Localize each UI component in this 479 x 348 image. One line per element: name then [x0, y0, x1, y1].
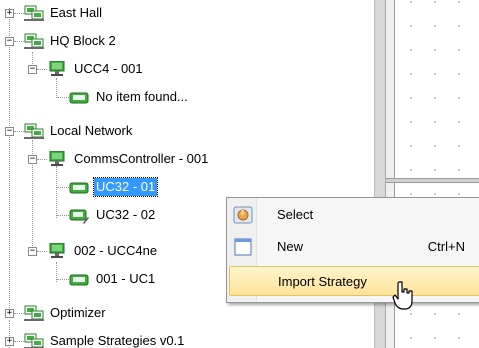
tree-item-label: UC32 - 02	[96, 207, 156, 222]
building-network-icon	[24, 5, 44, 21]
expand-icon[interactable]: +	[5, 9, 14, 18]
new-document-icon	[234, 238, 252, 256]
device-edit-icon	[69, 209, 89, 224]
tree-item-label: No item found...	[96, 89, 188, 104]
tree-item-label-selected: UC32 - 01	[92, 177, 159, 197]
menu-item-label: Import Strategy	[278, 274, 367, 289]
device-icon	[69, 92, 89, 104]
context-menu: Select New Ctrl+N Import Strategy	[226, 197, 479, 303]
tree-item-label: 001 - UC1	[96, 271, 156, 286]
controller-monitor-icon	[49, 243, 65, 258]
building-network-icon	[24, 123, 44, 139]
building-network-icon	[24, 333, 44, 348]
tree-connector	[56, 78, 57, 98]
expand-icon[interactable]: +	[5, 337, 14, 346]
menu-item-label: Select	[277, 207, 314, 222]
tree-item-label: CommsController - 001	[74, 151, 209, 166]
controller-monitor-icon	[49, 61, 65, 76]
menu-item-label: New	[277, 239, 304, 254]
device-icon	[69, 182, 89, 194]
collapse-icon[interactable]: −	[28, 247, 37, 256]
tree-item-label: Optimizer	[50, 305, 106, 320]
expand-icon[interactable]: +	[5, 309, 14, 318]
tree-item-label: East Hall	[50, 5, 103, 20]
tree-item-label: 002 - UCC4ne	[74, 243, 158, 258]
collapse-icon[interactable]: −	[28, 65, 37, 74]
hand-cursor-icon	[392, 281, 413, 310]
menu-item-import-strategy[interactable]: Import Strategy	[229, 266, 479, 296]
building-network-icon	[24, 33, 44, 49]
select-hand-icon	[233, 206, 253, 224]
menu-item-shortcut: Ctrl+N	[427, 239, 465, 254]
tree-connector	[56, 166, 57, 218]
collapse-icon[interactable]: −	[28, 155, 37, 164]
tree-item-label: UCC4 - 001	[74, 61, 143, 76]
building-network-icon	[24, 305, 44, 321]
controller-monitor-icon	[49, 151, 65, 166]
menu-item-new[interactable]: New Ctrl+N	[229, 232, 479, 262]
collapse-icon[interactable]: −	[5, 37, 14, 46]
canvas-divider[interactable]	[386, 178, 479, 183]
tree-item-label: HQ Block 2	[50, 33, 116, 48]
tree-item-label: Local Network	[50, 123, 133, 138]
device-icon	[69, 274, 89, 286]
tree-item-label: Sample Strategies v0.1	[50, 333, 185, 348]
menu-item-select[interactable]: Select	[229, 200, 479, 230]
collapse-icon[interactable]: −	[5, 127, 14, 136]
tree-connector	[9, 8, 10, 308]
